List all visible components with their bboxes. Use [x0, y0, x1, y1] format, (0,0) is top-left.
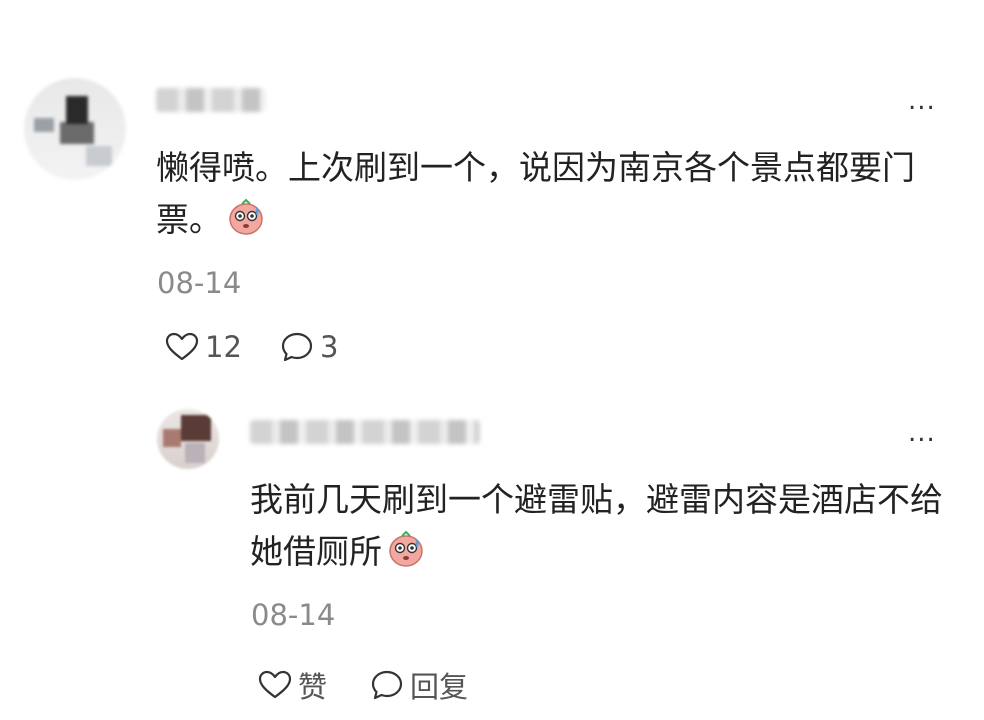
reply-button[interactable]: 3 — [280, 330, 338, 364]
comment-text: 懒得喷。上次刷到一个，说因为南京各个景点都要门票。 — [156, 142, 946, 246]
commenter-name-blurred[interactable] — [156, 88, 266, 112]
reply-more-options-button[interactable]: ... — [908, 420, 936, 446]
reply-label: 回复 — [410, 670, 469, 704]
comment-body: 懒得喷。上次刷到一个，说因为南京各个景点都要门票。 — [156, 148, 915, 239]
like-button[interactable]: 12 — [165, 330, 242, 364]
reply-reply-button[interactable]: 回复 — [370, 664, 468, 706]
reply-commenter-name-blurred[interactable] — [250, 420, 480, 444]
heart-outline-icon — [165, 332, 199, 361]
reply-comment-body: 我前几天刷到一个避雷贴，避雷内容是酒店不给她借厕所 — [250, 480, 943, 571]
speech-bubble-icon — [281, 332, 313, 362]
comment-date: 08-14 — [157, 266, 242, 300]
reply-commenter-avatar[interactable] — [157, 409, 219, 469]
like-count: 12 — [205, 330, 242, 364]
speech-bubble-icon — [371, 670, 403, 700]
reply-comment-date: 08-14 — [251, 598, 336, 632]
like-label: 赞 — [298, 670, 328, 704]
reply-like-button[interactable]: 赞 — [258, 664, 327, 706]
reply-count: 3 — [320, 330, 339, 364]
reply-comment-text: 我前几天刷到一个避雷贴，避雷内容是酒店不给她借厕所 — [250, 474, 950, 578]
sweat-face-emoji-icon — [229, 198, 263, 235]
heart-outline-icon — [258, 670, 292, 699]
more-options-button[interactable]: ... — [908, 88, 936, 114]
sweat-face-emoji-icon — [389, 530, 423, 567]
commenter-avatar[interactable] — [24, 78, 126, 180]
